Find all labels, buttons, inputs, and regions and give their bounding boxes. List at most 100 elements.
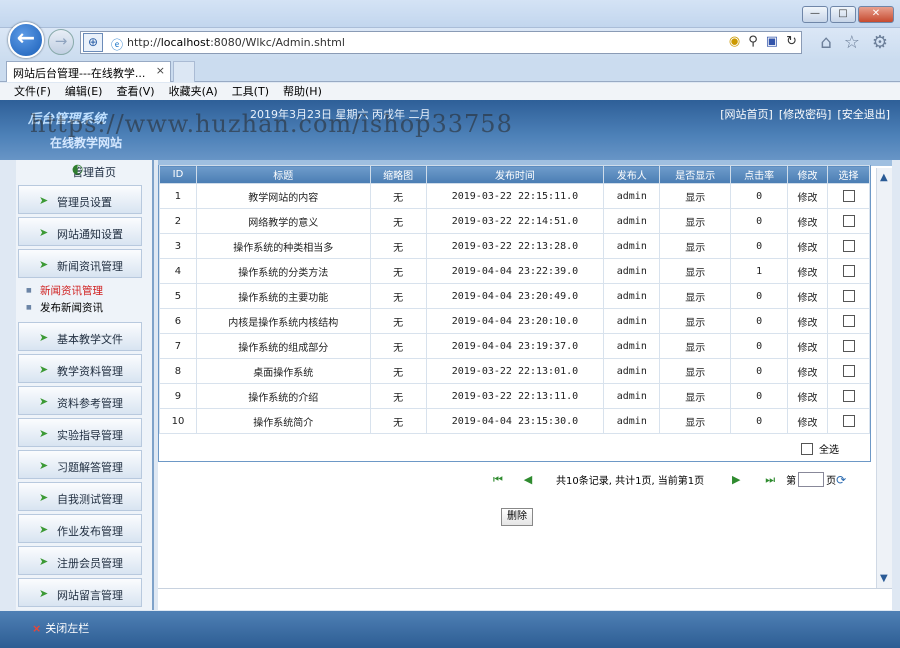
sidebar-item-references[interactable]: ➤ 资料参考管理: [18, 386, 142, 415]
sidebar-item-messages[interactable]: ➤ 网站留言管理: [18, 578, 142, 607]
maximize-button[interactable]: □: [830, 6, 856, 23]
select-all-checkbox[interactable]: [801, 442, 813, 455]
col-show[interactable]: 是否显示: [659, 165, 732, 184]
col-hits[interactable]: 点击率: [730, 165, 789, 184]
menu-favorites[interactable]: 收藏夹(A): [169, 83, 218, 100]
row-checkbox[interactable]: [842, 415, 855, 427]
sidebar-item-homework[interactable]: ➤ 作业发布管理: [18, 514, 142, 543]
prev-page-button[interactable]: ◀: [518, 473, 538, 486]
col-id[interactable]: ID: [159, 165, 197, 184]
close-sidebar-link[interactable]: × 关闭左栏: [32, 620, 89, 636]
arrow-icon: ➤: [39, 555, 49, 568]
favorites-icon[interactable]: ☆: [844, 32, 860, 53]
vertical-scrollbar[interactable]: ▲ ▼: [876, 168, 892, 588]
row-checkbox[interactable]: [842, 315, 855, 327]
edit-link[interactable]: 修改: [787, 333, 828, 359]
col-edit[interactable]: 修改: [787, 165, 828, 184]
col-select[interactable]: 选择: [827, 165, 870, 184]
col-time[interactable]: 发布时间: [425, 165, 605, 184]
sidebar-item-notice[interactable]: ➤ 网站通知设置: [18, 217, 142, 246]
sidebar-item-lab-guide[interactable]: ➤ 实验指导管理: [18, 418, 142, 447]
go-icon[interactable]: ⟳: [836, 473, 846, 487]
edit-link[interactable]: 修改: [787, 383, 828, 409]
row-checkbox[interactable]: [842, 365, 855, 377]
col-thumb[interactable]: 缩略图: [369, 165, 427, 184]
sidebar-item-admin[interactable]: ➤ 管理员设置: [18, 185, 142, 214]
arrow-icon: ➤: [39, 491, 49, 504]
row-checkbox[interactable]: [842, 190, 855, 202]
cell-select: [827, 208, 870, 234]
delete-button[interactable]: 删除: [501, 508, 533, 526]
edit-link[interactable]: 修改: [787, 358, 828, 384]
row-checkbox[interactable]: [842, 290, 855, 302]
menu-edit[interactable]: 编辑(E): [65, 83, 103, 100]
sidebar-item-self-test[interactable]: ➤ 自我测试管理: [18, 482, 142, 511]
row-checkbox[interactable]: [842, 390, 855, 402]
back-button[interactable]: ←: [8, 22, 44, 58]
cell-id: 2: [159, 208, 197, 234]
link-change-password[interactable]: [修改密码]: [779, 106, 832, 122]
row-checkbox[interactable]: [842, 240, 855, 252]
col-author[interactable]: 发布人: [603, 165, 661, 184]
edit-link[interactable]: 修改: [787, 233, 828, 259]
last-page-button[interactable]: ⏭: [760, 473, 780, 487]
scroll-up-icon[interactable]: ▲: [880, 172, 888, 183]
sidebar-item-label: 注册会员管理: [57, 557, 123, 570]
cell-author: admin: [603, 308, 661, 334]
first-page-button[interactable]: ⏮: [488, 473, 508, 487]
sidebar-item-basic-files[interactable]: ➤ 基本教学文件: [18, 322, 142, 351]
col-title[interactable]: 标题: [195, 165, 371, 184]
cell-hits: 0: [730, 358, 789, 384]
menu-file[interactable]: 文件(F): [14, 83, 51, 100]
edit-link[interactable]: 修改: [787, 258, 828, 284]
page-number-input[interactable]: [798, 472, 825, 487]
cell-hits: 0: [730, 283, 789, 309]
row-checkbox[interactable]: [842, 340, 855, 352]
edit-link[interactable]: 修改: [787, 208, 828, 234]
shield-icon[interactable]: ⊕: [83, 33, 103, 52]
search-icon[interactable]: ⚲: [748, 34, 758, 49]
row-checkbox[interactable]: [842, 265, 855, 277]
refresh-icon[interactable]: ↻: [786, 34, 797, 49]
new-tab-button[interactable]: [173, 61, 195, 82]
scroll-down-icon[interactable]: ▼: [880, 573, 888, 584]
link-logout[interactable]: [安全退出]: [837, 106, 890, 122]
cell-show: 显示: [659, 308, 732, 334]
sidebar-item-teaching-materials[interactable]: ➤ 教学资料管理: [18, 354, 142, 383]
cell-time: 2019-04-04 23:20:10.0: [425, 308, 605, 334]
minimize-button[interactable]: —: [802, 6, 828, 23]
sidebar-item-news[interactable]: ➤ 新闻资讯管理: [18, 249, 142, 278]
select-all-label: 全选: [819, 445, 839, 456]
gear-icon[interactable]: ⚙: [872, 32, 888, 53]
sidebar-item-exercises[interactable]: ➤ 习题解答管理: [18, 450, 142, 479]
url-text[interactable]: http://localhost:8080/Wlkc/Admin.shtml: [127, 36, 345, 49]
edit-link[interactable]: 修改: [787, 408, 828, 434]
next-page-button[interactable]: ▶: [726, 473, 746, 486]
menu-help[interactable]: 帮助(H): [283, 83, 322, 100]
edit-link[interactable]: 修改: [787, 283, 828, 309]
rss-icon[interactable]: ▣: [766, 34, 778, 49]
tab-close-icon[interactable]: ×: [156, 64, 165, 77]
address-bar[interactable]: ⊕ ⓔ http://localhost:8080/Wlkc/Admin.sht…: [80, 31, 802, 54]
cell-time: 2019-03-22 22:13:28.0: [425, 233, 605, 259]
compat-icon[interactable]: ◉: [729, 34, 740, 49]
sidebar-home[interactable]: ◐ 管理首页: [16, 160, 152, 182]
arrow-icon: ➤: [39, 459, 49, 472]
edit-link[interactable]: 修改: [787, 183, 828, 209]
tab-title: 网站后台管理---在线教学...: [13, 67, 146, 80]
link-site-home[interactable]: [网站首页]: [720, 106, 773, 122]
table-row: 10 操作系统简介无 2019-04-04 23:15:30.0 admin 显示 0 修改: [159, 408, 870, 434]
sublink-news-publish[interactable]: 发布新闻资讯: [26, 299, 152, 317]
edit-link[interactable]: 修改: [787, 308, 828, 334]
sidebar-item-members[interactable]: ➤ 注册会员管理: [18, 546, 142, 575]
menu-tools[interactable]: 工具(T): [232, 83, 269, 100]
close-window-button[interactable]: ✕: [858, 6, 894, 23]
table-row: 5 操作系统的主要功能无 2019-04-04 23:20:49.0 admin 显示 0…: [159, 283, 870, 309]
browser-tab[interactable]: 网站后台管理---在线教学... ×: [6, 61, 171, 82]
menu-view[interactable]: 查看(V): [116, 83, 154, 100]
row-checkbox[interactable]: [842, 215, 855, 227]
home-icon[interactable]: ⌂: [820, 32, 831, 53]
forward-button[interactable]: →: [48, 29, 74, 55]
sublink-news-manage[interactable]: 新闻资讯管理: [26, 282, 152, 300]
select-all[interactable]: 全选: [801, 441, 839, 456]
